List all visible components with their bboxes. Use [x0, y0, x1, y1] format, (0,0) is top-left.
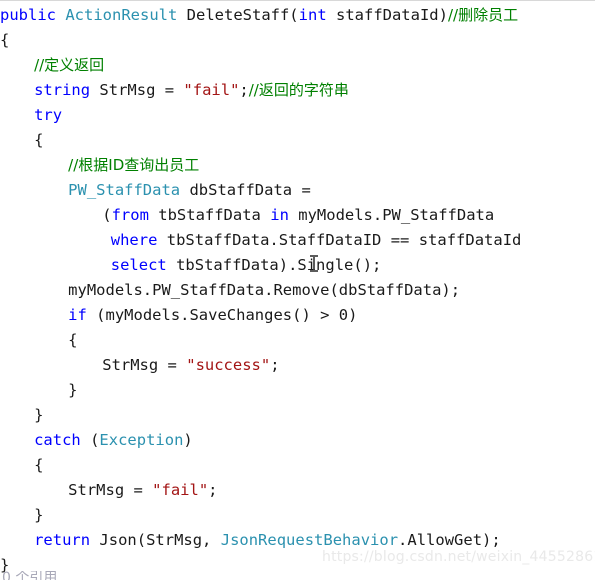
watermark-text: https://blog.csdn.net/weixin_44552861 [322, 549, 595, 565]
code-token-plain: .AllowGet); [398, 531, 501, 549]
code-line[interactable]: catch (Exception) [0, 428, 595, 453]
code-editor-pane[interactable]: public ActionResult DeleteStaff(int staf… [0, 0, 595, 580]
code-token-kw: if [68, 306, 87, 324]
code-token-kw: select [110, 256, 167, 274]
code-token-plain: ; [208, 481, 218, 499]
code-line[interactable]: { [0, 453, 595, 478]
code-token-plain: staffDataId) [326, 6, 448, 24]
code-lines-container[interactable]: public ActionResult DeleteStaff(int staf… [0, 3, 595, 578]
code-token-type: JsonRequestBehavior [220, 531, 399, 549]
code-token-plain: myModels.PW_StaffData [288, 206, 495, 224]
code-line[interactable]: //根据ID查询出员工 [0, 153, 595, 178]
code-token-plain: { [68, 331, 78, 349]
code-line[interactable]: { [0, 328, 595, 353]
code-token-str: "fail" [152, 481, 209, 499]
code-token-kw: catch [34, 431, 81, 449]
code-token-plain: Json(StrMsg, [90, 531, 221, 549]
code-token-kw: in [270, 206, 289, 224]
code-line[interactable]: myModels.PW_StaffData.Remove(dbStaffData… [0, 278, 595, 303]
text-cursor-icon [310, 255, 318, 272]
code-token-plain: DeleteStaff( [177, 6, 299, 24]
code-line[interactable]: if (myModels.SaveChanges() > 0) [0, 303, 595, 328]
code-token-plain: } [34, 406, 44, 424]
code-token-kw: from [111, 206, 149, 224]
code-token-cmt: //定义返回 [34, 56, 105, 74]
codelens-reference-count[interactable]: 0 个引用 [0, 571, 57, 580]
code-token-plain: } [68, 381, 78, 399]
code-token-type: Exception [99, 431, 184, 449]
code-token-plain: tbStaffData [148, 206, 271, 224]
code-line[interactable]: } [0, 403, 595, 428]
code-token-str: "success" [186, 356, 271, 374]
code-token-plain: ( [80, 431, 100, 449]
code-line[interactable]: } [0, 503, 595, 528]
code-line[interactable]: PW_StaffData dbStaffData = [0, 178, 595, 203]
code-token-plain: tbStaffData).Single(); [166, 256, 382, 274]
code-line[interactable]: try [0, 103, 595, 128]
code-token-str: "fail" [183, 81, 240, 99]
code-token-plain: (myModels.SaveChanges() > 0) [86, 306, 358, 324]
code-token-plain: { [34, 131, 44, 149]
code-token-plain: ; [270, 356, 280, 374]
code-token-kw: int [298, 6, 327, 24]
code-line[interactable]: { [0, 128, 595, 153]
code-line[interactable]: (from tbStaffData in myModels.PW_StaffDa… [0, 203, 595, 228]
code-token-plain: StrMsg = [68, 481, 153, 499]
code-line[interactable]: where tbStaffData.StaffDataID == staffDa… [0, 228, 595, 253]
code-token-type: PW_StaffData [68, 181, 181, 199]
code-token-plain: myModels.PW_StaffData.Remove(dbStaffData… [68, 281, 461, 299]
code-token-plain: { [34, 456, 44, 474]
code-token-plain: dbStaffData = [180, 181, 311, 199]
code-token-plain: StrMsg = [102, 356, 187, 374]
code-token-cmt: //返回的字符串 [248, 81, 349, 99]
code-token-plain: tbStaffData.StaffDataID == staffDataId [157, 231, 522, 249]
code-token-kw: public [0, 6, 56, 24]
code-line[interactable]: select tbStaffData).Single(); [0, 253, 595, 278]
code-line[interactable]: StrMsg = "fail"; [0, 478, 595, 503]
code-line[interactable]: string StrMsg = "fail";//返回的字符串 [0, 78, 595, 103]
code-token-plain: { [0, 31, 10, 49]
code-token-type: ActionResult [65, 6, 178, 24]
code-line[interactable]: public ActionResult DeleteStaff(int staf… [0, 3, 595, 28]
code-line[interactable]: { [0, 28, 595, 53]
code-token-kw: try [34, 106, 63, 124]
code-token-kw: string [34, 81, 91, 99]
codelens-reference-count-label: 0 个引用 [2, 571, 58, 580]
code-token-plain: ) [183, 431, 193, 449]
code-token-plain: } [34, 506, 44, 524]
code-token-kw: where [110, 231, 158, 249]
code-token-plain: ( [102, 206, 112, 224]
code-token-plain: ; [239, 81, 249, 99]
code-token-cmt: //删除员工 [447, 6, 519, 24]
code-token-plain: StrMsg = [90, 81, 184, 99]
code-token-kw: return [34, 531, 91, 549]
code-line[interactable]: StrMsg = "success"; [0, 353, 595, 378]
code-line[interactable]: //定义返回 [0, 53, 595, 78]
code-line[interactable]: } [0, 378, 595, 403]
code-token-cmt: //根据ID查询出员工 [68, 156, 200, 174]
